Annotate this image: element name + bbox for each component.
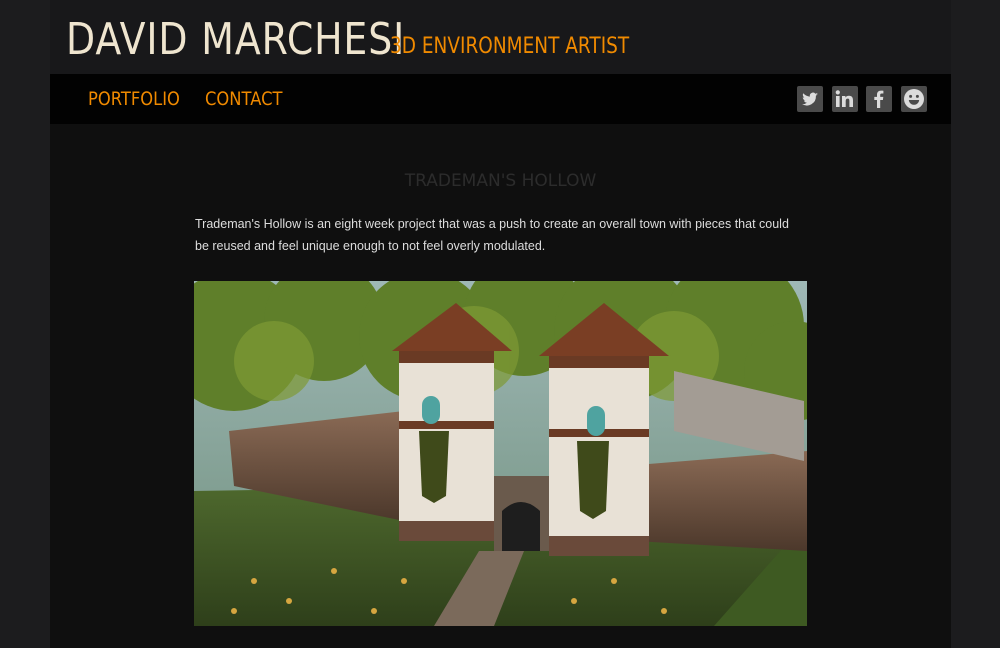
main-nav: PORTFOLIO CONTACT bbox=[50, 74, 951, 124]
nav-portfolio[interactable]: PORTFOLIO bbox=[88, 86, 180, 112]
twitter-icon[interactable] bbox=[797, 86, 823, 112]
nav-contact[interactable]: CONTACT bbox=[205, 86, 282, 112]
smiley-icon[interactable] bbox=[901, 86, 927, 112]
linkedin-icon[interactable] bbox=[832, 86, 858, 112]
site-title[interactable]: DAVID MARCHESI bbox=[66, 12, 405, 68]
site-tagline: 3D ENVIRONMENT ARTIST bbox=[390, 34, 630, 59]
project-render-image[interactable] bbox=[194, 281, 807, 626]
content-area: TRADEMAN'S HOLLOW Trademan's Hollow is a… bbox=[50, 124, 951, 648]
facebook-icon[interactable] bbox=[866, 86, 892, 112]
site-header: DAVID MARCHESI 3D ENVIRONMENT ARTIST bbox=[50, 0, 951, 74]
post-description: Trademan's Hollow is an eight week proje… bbox=[195, 217, 789, 253]
post-title: TRADEMAN'S HOLLOW bbox=[404, 171, 597, 191]
page: DAVID MARCHESI 3D ENVIRONMENT ARTIST POR… bbox=[50, 0, 951, 648]
